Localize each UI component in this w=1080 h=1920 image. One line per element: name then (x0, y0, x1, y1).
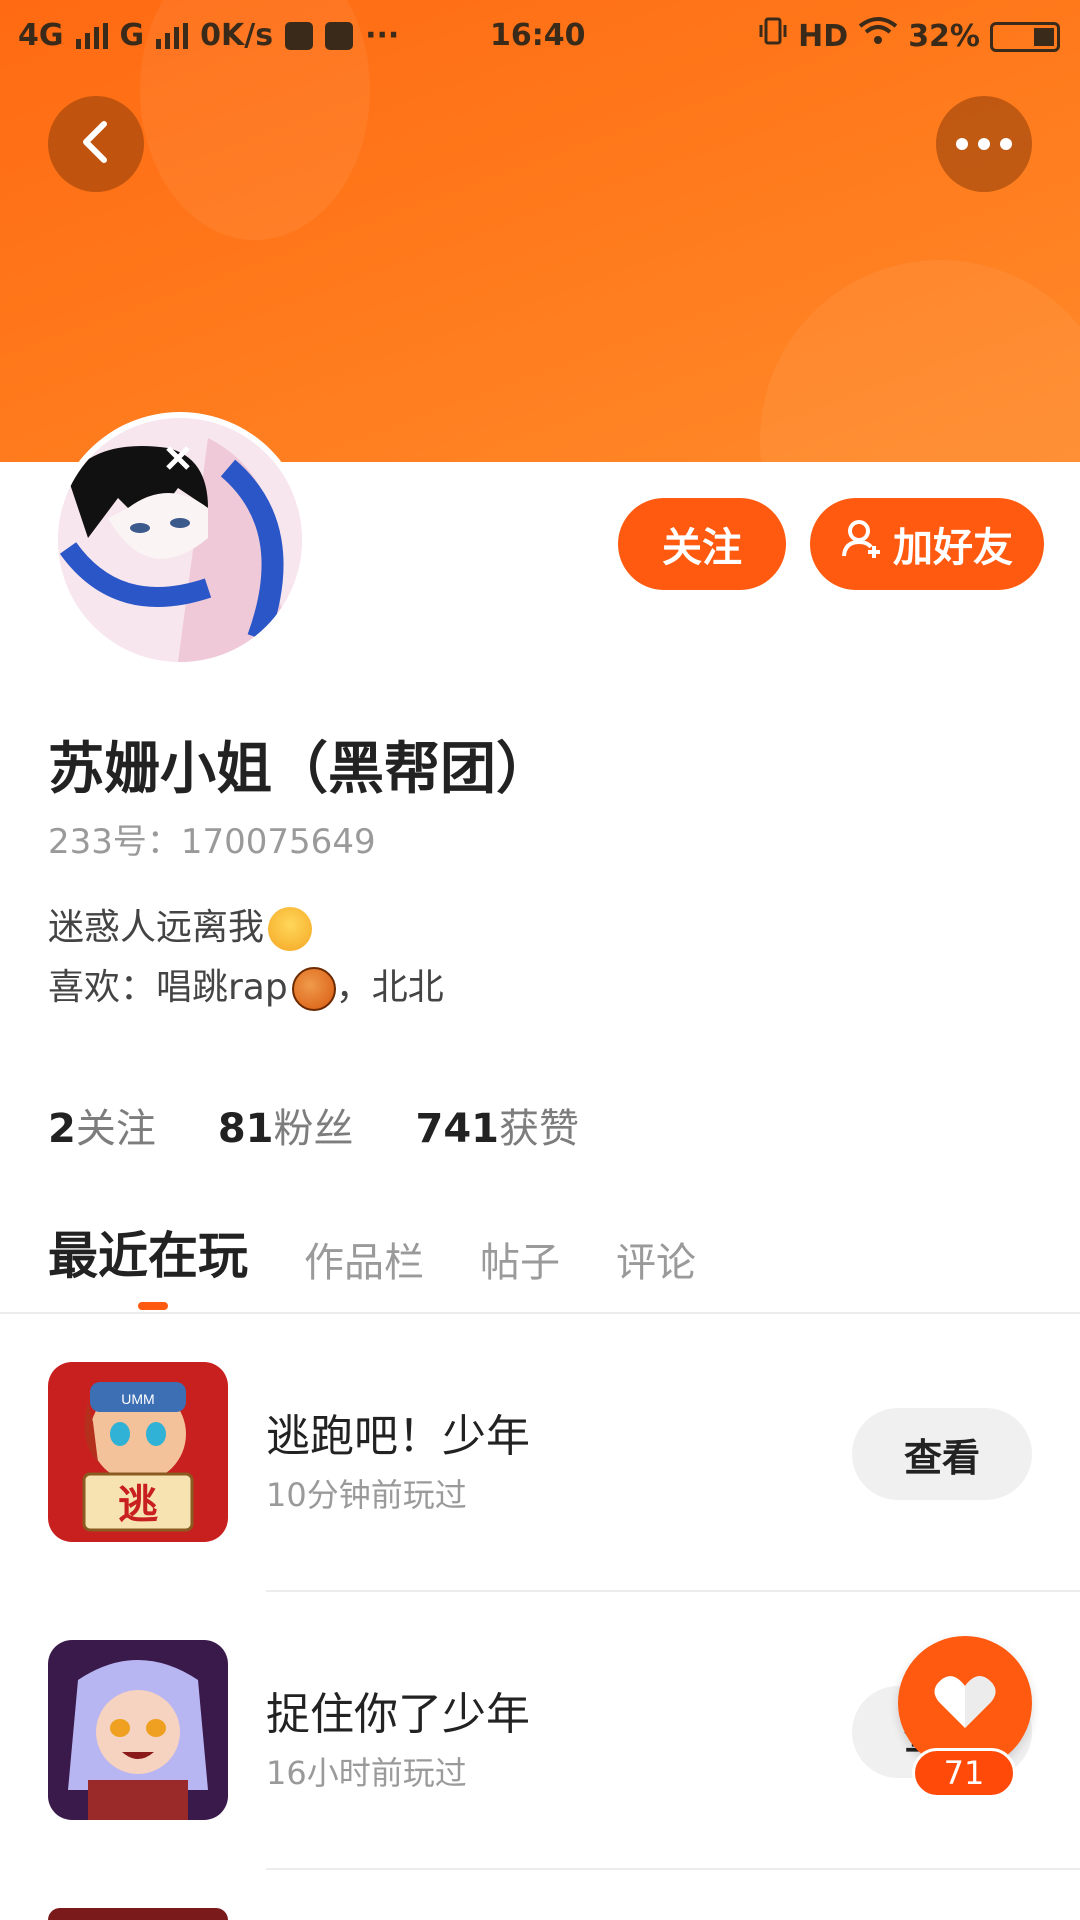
bio-line-2b: ，北北 (335, 967, 444, 1008)
list-item[interactable]: 捉住你了少年 16小时前玩过 查看 (48, 1640, 1048, 1820)
add-friend-button[interactable]: 加好友 (810, 498, 1044, 590)
tab-works[interactable]: 作品栏 (304, 1230, 424, 1288)
stat-following[interactable]: 2关注 (48, 1096, 156, 1154)
chevron-left-icon (76, 118, 116, 170)
back-button[interactable] (48, 96, 144, 192)
more-dots-icon (956, 138, 1012, 150)
game-cap-text: UMM (121, 1391, 154, 1407)
game-icon (48, 1640, 228, 1820)
list-item[interactable]: UMM 逃 逃跑吧！少年 10分钟前玩过 查看 (48, 1362, 1048, 1542)
network-type-1: 4G (18, 18, 64, 53)
profile-bio: 迷惑人远离我 喜欢：唱跳rap ，北北 (48, 898, 444, 1018)
row-divider (266, 1868, 1080, 1870)
bag-icon (285, 22, 314, 50)
hd-label: HD (798, 18, 849, 54)
more-button[interactable] (936, 96, 1032, 192)
row-divider (266, 1590, 1080, 1592)
follow-button[interactable]: 关注 (618, 498, 786, 590)
profile-id: 233号：170075649 (48, 822, 376, 862)
game-last-played: 16小时前玩过 (266, 1754, 467, 1792)
tab-comments[interactable]: 评论 (616, 1230, 696, 1288)
more-status-icon: ··· (365, 18, 400, 53)
tab-indicator (138, 1302, 168, 1310)
profile-tabs: 最近在玩 作品栏 帖子 评论 (48, 1216, 696, 1288)
signal-icon-2 (156, 23, 189, 49)
like-count: 71 (912, 1748, 1016, 1798)
network-type-2: G (119, 18, 145, 53)
net-speed: 0K/s (200, 18, 274, 53)
battery-percent: 32% (908, 18, 980, 54)
tab-posts[interactable]: 帖子 (480, 1230, 560, 1288)
signal-icon (75, 23, 108, 49)
profile-stats: 2关注 81粉丝 741获赞 (48, 1096, 579, 1154)
status-bar: 4G G 0K/s ··· 16:40 HD 32% (0, 0, 1080, 76)
basketball-icon (291, 967, 336, 1011)
game-title: 捉住你了少年 (266, 1689, 530, 1740)
game-title: 逃跑吧！少年 (266, 1411, 530, 1462)
game-last-played: 10分钟前玩过 (266, 1476, 467, 1514)
game-badge-text: 逃 (118, 1482, 158, 1528)
add-friend-label: 加好友 (893, 525, 1013, 571)
bio-line-1: 迷惑人远离我 (48, 907, 265, 948)
avatar[interactable] (52, 412, 308, 668)
scared-face-icon (268, 907, 313, 951)
view-button[interactable]: 查看 (852, 1408, 1032, 1500)
add-user-icon (841, 518, 883, 570)
follow-label: 关注 (662, 525, 742, 571)
tab-recent-play[interactable]: 最近在玩 (48, 1216, 248, 1288)
profile-name: 苏姗小姐（黑帮团） (48, 737, 552, 802)
game-icon: UMM 逃 (48, 1362, 228, 1542)
stat-likes[interactable]: 741获赞 (416, 1096, 580, 1154)
heart-icon (933, 1672, 997, 1734)
stat-fans[interactable]: 81粉丝 (218, 1096, 354, 1154)
message-icon (325, 22, 354, 50)
tabs-divider (0, 1312, 1080, 1314)
avatar-illustration (58, 418, 302, 662)
bio-line-2a: 喜欢：唱跳rap (48, 967, 288, 1008)
next-game-icon-peek (48, 1908, 228, 1920)
battery-icon (990, 21, 1060, 52)
clock: 16:40 (490, 18, 586, 53)
vibrate-icon (758, 16, 788, 57)
wifi-icon (858, 16, 898, 57)
